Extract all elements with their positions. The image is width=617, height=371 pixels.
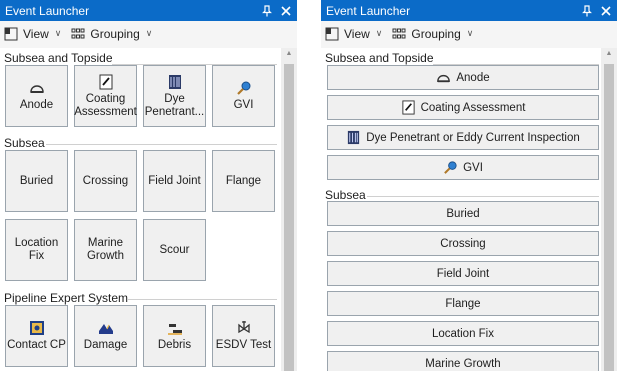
row-gvi[interactable]: GVI: [327, 155, 599, 180]
debris-icon: [167, 320, 183, 336]
group-divider: [127, 299, 277, 300]
vertical-scrollbar[interactable]: ▲: [601, 48, 617, 371]
chevron-down-icon: ∨: [466, 28, 474, 38]
tile-dye-penetrant[interactable]: Dye Penetrant...: [143, 65, 206, 127]
group-header: Subsea: [325, 188, 366, 202]
event-launcher-panel-grid: Event Launcher View ∨ Grouping ∨ Subsea …: [0, 0, 297, 371]
event-launcher-panel-list: Event Launcher View ∨ Grouping ∨ Subsea …: [321, 0, 617, 371]
grouping-dropdown[interactable]: Grouping ∨: [71, 27, 152, 41]
tile-scour[interactable]: Scour: [143, 219, 206, 281]
vertical-scrollbar[interactable]: ▲: [281, 48, 297, 371]
tile-field-joint[interactable]: Field Joint: [143, 150, 206, 212]
grouping-label: Grouping: [90, 26, 140, 41]
anode-icon: [29, 80, 45, 96]
tile-marine-growth[interactable]: Marine Growth: [74, 219, 137, 281]
grouping-icon: [71, 27, 85, 41]
view-dropdown[interactable]: View ∨: [325, 27, 382, 41]
contact-cp-icon: [29, 320, 45, 336]
grouping-icon: [392, 27, 406, 41]
dye-penetrant-icon: [346, 130, 361, 145]
tile-buried[interactable]: Buried: [5, 150, 68, 212]
view-icon: [325, 27, 339, 41]
scroll-up-arrow-icon[interactable]: ▲: [281, 50, 297, 57]
close-icon[interactable]: [278, 3, 294, 19]
magnifier-icon: [236, 80, 252, 96]
row-dye-penetrant[interactable]: Dye Penetrant or Eddy Current Inspection: [327, 125, 599, 150]
grouping-dropdown[interactable]: Grouping ∨: [392, 27, 473, 41]
launcher-content: Subsea and Topside Anode Coating Assessm…: [0, 48, 297, 371]
panel-title-bar: Event Launcher: [321, 0, 617, 21]
row-anode[interactable]: Anode: [327, 65, 599, 90]
damage-icon: [98, 320, 114, 336]
row-marine-growth[interactable]: Marine Growth: [327, 351, 599, 371]
esdv-test-icon: [236, 320, 252, 336]
tile-esdv-test[interactable]: ESDV Test: [212, 305, 275, 367]
group-divider: [367, 196, 599, 197]
close-icon[interactable]: [598, 3, 614, 19]
group-header: Pipeline Expert System: [4, 291, 129, 305]
group-header: Subsea and Topside: [325, 51, 434, 65]
coating-icon: [401, 100, 416, 115]
dye-penetrant-icon: [167, 74, 183, 90]
chevron-down-icon: ∨: [375, 28, 383, 38]
tile-coating-assessment[interactable]: Coating Assessment: [74, 65, 137, 127]
scroll-up-arrow-icon[interactable]: ▲: [601, 50, 617, 57]
tile-flange[interactable]: Flange: [212, 150, 275, 212]
row-coating-assessment[interactable]: Coating Assessment: [327, 95, 599, 120]
panel-title: Event Launcher: [5, 3, 90, 18]
group-header: Subsea: [4, 136, 45, 150]
tile-anode[interactable]: Anode: [5, 65, 68, 127]
row-flange[interactable]: Flange: [327, 291, 599, 316]
coating-icon: [98, 74, 114, 90]
toolbar: View ∨ Grouping ∨: [0, 21, 297, 46]
pin-icon[interactable]: [579, 3, 595, 19]
tile-contact-cp[interactable]: Contact CP: [5, 305, 68, 367]
chevron-down-icon: ∨: [54, 28, 62, 38]
anode-icon: [436, 70, 451, 85]
row-field-joint[interactable]: Field Joint: [327, 261, 599, 286]
toolbar: View ∨ Grouping ∨: [321, 21, 617, 46]
row-crossing[interactable]: Crossing: [327, 231, 599, 256]
panel-title-bar: Event Launcher: [0, 0, 297, 21]
scrollbar-thumb[interactable]: [284, 64, 294, 371]
chevron-down-icon: ∨: [145, 28, 153, 38]
tile-damage[interactable]: Damage: [74, 305, 137, 367]
row-buried[interactable]: Buried: [327, 201, 599, 226]
view-icon: [4, 27, 18, 41]
view-label: View: [23, 26, 49, 41]
group-header: Subsea and Topside: [4, 51, 113, 65]
panel-title: Event Launcher: [326, 3, 411, 18]
pin-icon[interactable]: [259, 3, 275, 19]
tile-location-fix[interactable]: Location Fix: [5, 219, 68, 281]
tile-gvi[interactable]: GVI: [212, 65, 275, 127]
view-label: View: [344, 26, 370, 41]
group-divider: [46, 144, 277, 145]
row-location-fix[interactable]: Location Fix: [327, 321, 599, 346]
tile-crossing[interactable]: Crossing: [74, 150, 137, 212]
launcher-content: Subsea and Topside Anode Coating Assessm…: [321, 48, 617, 371]
view-dropdown[interactable]: View ∨: [4, 27, 61, 41]
tile-debris[interactable]: Debris: [143, 305, 206, 367]
scrollbar-thumb[interactable]: [604, 64, 614, 371]
magnifier-icon: [443, 160, 458, 175]
grouping-label: Grouping: [411, 26, 461, 41]
